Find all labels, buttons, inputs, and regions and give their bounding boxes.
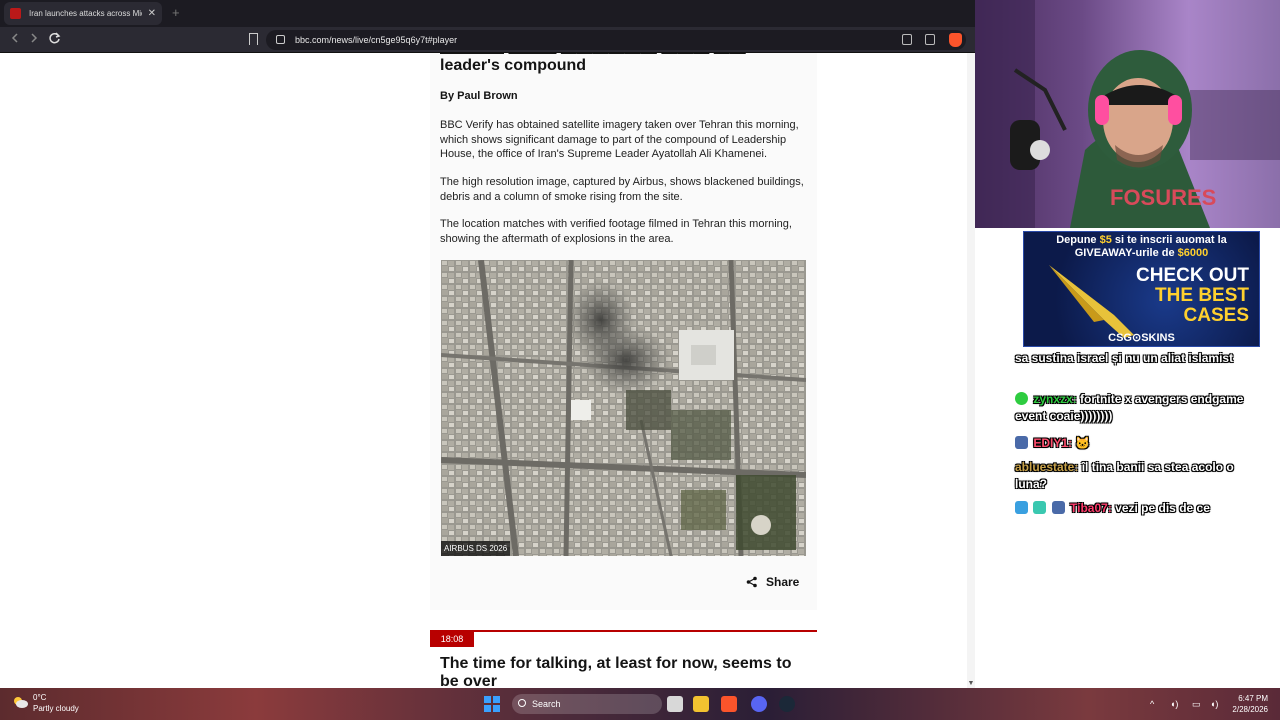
chat-text: 🐱 (1072, 436, 1091, 450)
post-headline: leader's compound (440, 57, 587, 74)
discord-icon[interactable] (751, 696, 767, 712)
bookmark-icon[interactable] (249, 33, 258, 45)
chat-badge-icon (1033, 501, 1047, 514)
chat-username: abluestate: (1015, 460, 1079, 474)
chat-badge-icon (1015, 436, 1028, 449)
task-view-icon[interactable] (667, 696, 683, 712)
ad-headline: Depune $5 si te inscrii auomat la GIVEAW… (1024, 234, 1259, 260)
chat-text: vezi pe dis de ce (1111, 501, 1210, 515)
tab-title: Iran launches attacks across Mid (29, 9, 142, 18)
chat-message-1: sa sustina israel și nu un aliat islamis… (1015, 350, 1255, 367)
ad-line1-b: si te inscrii auomat la (1111, 234, 1227, 246)
tray-chevron-icon[interactable]: ^ (1150, 699, 1154, 709)
brave-shield-icon[interactable] (949, 33, 962, 47)
forward-icon[interactable] (29, 32, 39, 44)
file-explorer-icon[interactable] (693, 696, 709, 712)
ad-slogan-1: CHECK OUT (1136, 265, 1249, 286)
clock-date: 2/28/2026 (1232, 705, 1268, 714)
satellite-image: AIRBUS DS 2026 (441, 260, 806, 556)
speaker-icon[interactable]: ◖) (1170, 699, 1178, 709)
ad-brand: CSG⊙SKINS (1108, 332, 1175, 344)
windows-taskbar: 0°C Partly cloudy Search ^ ◖) ▭ ◖) 6:47 … (0, 688, 1280, 720)
webcam-overlay: FOSURES (975, 0, 1280, 228)
steam-icon[interactable] (779, 696, 795, 712)
start-button[interactable] (484, 696, 500, 712)
ad-line1-amount: $5 (1099, 234, 1112, 246)
ad-line2-a: GIVEAWAY-urile de (1074, 247, 1178, 259)
ad-slogan-2: THE BEST (1155, 285, 1249, 306)
chat-message-3: EDIY1: 🐱 (1015, 435, 1255, 452)
reload-icon[interactable] (48, 32, 61, 45)
url-text[interactable]: bbc.com/news/live/cn5ge95q6y7t#player (295, 35, 457, 45)
paragraph-3: The location matches with verified foota… (440, 218, 792, 245)
weather-temp[interactable]: 0°C (33, 693, 46, 702)
webcam-art: FOSURES (975, 0, 1280, 228)
share-button[interactable]: Share (746, 575, 799, 589)
close-tab-icon[interactable]: ✕ (148, 8, 156, 19)
share-label: Share (766, 575, 800, 589)
satellite-image-art (441, 260, 806, 556)
ad-line2-amount: $6000 (1177, 247, 1209, 259)
chat-badge-icon (1051, 501, 1065, 514)
chat-text: sa sustina israel și nu un aliat islamis… (1015, 351, 1234, 365)
byline: By Paul Brown (440, 90, 518, 102)
screen: Iran launches attacks across Mid ✕ + bbc… (0, 0, 1280, 720)
image-caption: AIRBUS DS 2026 (441, 541, 511, 556)
share-icon (746, 576, 757, 588)
page-scrollbar[interactable]: ▼ (967, 53, 975, 688)
ad-slogan: CHECK OUT THE BEST CASES (1136, 266, 1249, 326)
post-timestamp: 18:08 (430, 630, 474, 647)
chat-message-4: abluestate: îl tina banii sa stea acolo … (1015, 459, 1255, 493)
taskbar-search[interactable]: Search (512, 694, 662, 714)
next-post-headline[interactable]: The time for talking, at least for now, … (440, 655, 810, 688)
chat-message-5: Tiba07: vezi pe dis de ce (1015, 500, 1255, 517)
weather-desc[interactable]: Partly cloudy (33, 704, 79, 713)
clock[interactable]: 6:47 PM 2/28/2026 (1232, 693, 1268, 715)
chat-badge-icon (1015, 501, 1028, 514)
volume-icon[interactable]: ◖) (1210, 699, 1218, 709)
bbc-live-page: ▬▬▬▬ ▬▬▬ ▬▬▬▬▬▬ ▬▬▬ ▬▬ leader's compound… (0, 53, 975, 688)
brave-browser-icon[interactable] (721, 696, 737, 712)
chat-username: zynxzx: (1033, 392, 1077, 406)
paragraph-1: BBC Verify has obtained satellite imager… (440, 119, 799, 161)
chat-username: EDIY1: (1033, 436, 1073, 450)
clock-time: 6:47 PM (1238, 694, 1268, 703)
network-icon[interactable]: ▭ (1192, 699, 1201, 710)
browser-nav-bar: bbc.com/news/live/cn5ge95q6y7t#player (0, 27, 975, 53)
chat-message-2: zynxzx: fortnite x avengers endgame even… (1015, 391, 1255, 425)
chat-username: Tiba07: (1070, 501, 1112, 515)
scroll-down-icon[interactable]: ▼ (967, 680, 975, 688)
ad-line1-a: Depune (1056, 234, 1100, 246)
weather-cloud-icon[interactable] (12, 695, 28, 709)
browser-tab[interactable]: Iran launches attacks across Mid ✕ (4, 2, 162, 25)
browser-tab-bar: Iran launches attacks across Mid ✕ + (0, 0, 975, 27)
post-divider (430, 630, 817, 632)
csgoskins-ad[interactable]: Depune $5 si te inscrii auomat la GIVEAW… (1023, 231, 1260, 347)
ad-slogan-3: CASES (1183, 305, 1249, 326)
chat-badge-icon (1015, 392, 1028, 405)
bbc-favicon-icon (10, 8, 21, 19)
back-icon[interactable] (10, 32, 20, 44)
share-page-icon[interactable] (925, 34, 935, 45)
hoodie-print: FOSURES (1110, 185, 1216, 210)
search-icon (518, 699, 526, 707)
site-info-icon[interactable] (276, 35, 285, 44)
new-tab-button[interactable]: + (172, 5, 180, 20)
paragraph-2: The high resolution image, captured by A… (440, 176, 804, 203)
reader-mode-icon[interactable] (902, 34, 912, 45)
